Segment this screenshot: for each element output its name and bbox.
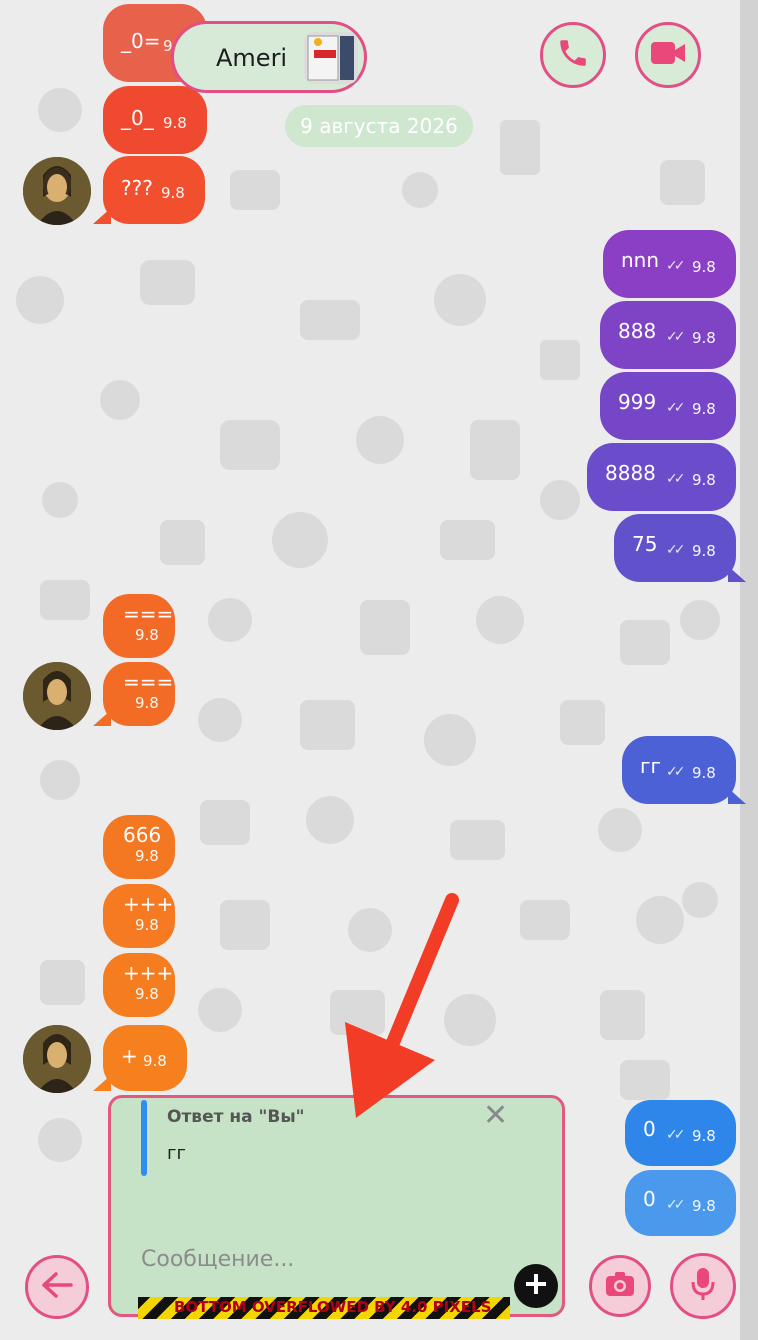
annotation-arrow xyxy=(345,893,459,1118)
